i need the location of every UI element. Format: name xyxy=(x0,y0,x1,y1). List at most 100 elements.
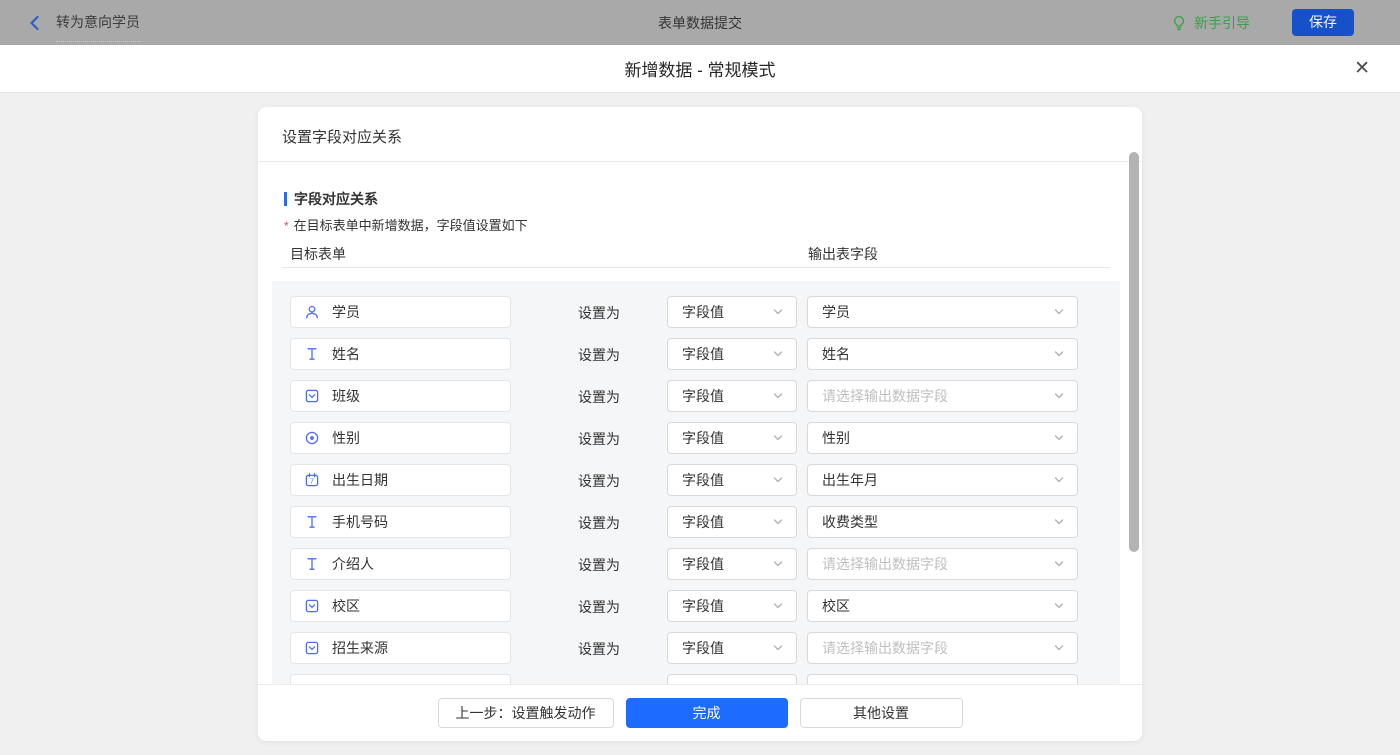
value-type-text: 字段值 xyxy=(682,472,724,488)
guide-label: 新手引导 xyxy=(1194,14,1250,31)
modal-header: 新增数据 - 常规模式 ✕ xyxy=(0,45,1400,93)
target-field-label: 校区 xyxy=(332,598,360,614)
modal-body: 设置字段对应关系 字段对应关系 * 在目标表单中新增数据，字段值设置如下 目标表单… xyxy=(0,93,1400,755)
target-field[interactable]: 校区 xyxy=(290,590,511,622)
target-field[interactable]: 介绍人 xyxy=(290,548,511,580)
date-field-icon: 7 xyxy=(304,472,320,488)
text-field-icon xyxy=(304,514,320,530)
field-mapping-row: 手机号码 设置为 字段值 收费类型 xyxy=(258,506,1142,538)
value-type-select[interactable]: 字段值 xyxy=(667,590,797,622)
field-mapping-row: 校区 设置为 字段值 校区 xyxy=(258,590,1142,622)
output-field-select[interactable]: 收费类型 xyxy=(807,506,1078,538)
set-as-label: 设置为 xyxy=(578,305,620,321)
output-field-text: 请选择输出数据字段 xyxy=(822,640,948,656)
beginner-guide-link[interactable]: 新手引导 xyxy=(1171,13,1250,33)
field-mapping-row: 7 出生日期 设置为 字段值 出生年月 xyxy=(258,464,1142,496)
value-type-select[interactable]: 字段值 xyxy=(667,380,797,412)
chevron-down-icon xyxy=(772,306,784,318)
other-settings-button[interactable]: 其他设置 xyxy=(799,698,963,728)
save-button[interactable]: 保存 xyxy=(1292,9,1354,36)
chevron-down-icon xyxy=(1053,348,1065,360)
output-field-select[interactable]: 请选择输出数据字段 xyxy=(807,632,1078,664)
value-type-select[interactable]: 字段值 xyxy=(667,506,797,538)
value-type-select[interactable]: 字段值 xyxy=(667,464,797,496)
target-field-label: 招生来源 xyxy=(332,640,388,656)
target-field[interactable]: 招生来源 xyxy=(290,632,511,664)
field-mapping-row: 姓名 设置为 字段值 姓名 xyxy=(258,338,1142,370)
output-field-text: 请选择输出数据字段 xyxy=(822,388,948,404)
set-as-label: 设置为 xyxy=(578,389,620,405)
value-type-select[interactable]: 字段值 xyxy=(667,296,797,328)
chevron-down-icon xyxy=(1053,600,1065,612)
output-field-select[interactable]: 姓名 xyxy=(807,338,1078,370)
back-label[interactable]: 转为意向学员 xyxy=(56,12,140,42)
chevron-down-icon xyxy=(772,348,784,360)
value-type-text: 字段值 xyxy=(682,514,724,530)
text-field-icon xyxy=(304,346,320,362)
chevron-down-icon xyxy=(772,642,784,654)
previous-step-button[interactable]: 上一步：设置触发动作 xyxy=(437,698,614,728)
value-type-text: 字段值 xyxy=(682,346,724,362)
value-type-text: 字段值 xyxy=(682,304,724,320)
target-field[interactable]: 性别 xyxy=(290,422,511,454)
finish-button[interactable]: 完成 xyxy=(625,698,788,728)
value-type-text: 字段值 xyxy=(682,640,724,656)
select-field-icon xyxy=(304,598,320,614)
back-button[interactable]: 转为意向学员 xyxy=(26,3,140,42)
chevron-down-icon xyxy=(1053,642,1065,654)
field-mapping-row: 介绍人 设置为 字段值 请选择输出数据字段 xyxy=(258,548,1142,580)
set-as-label: 设置为 xyxy=(578,473,620,489)
select-field-icon xyxy=(304,388,320,404)
output-field-text: 校区 xyxy=(822,598,850,614)
field-mapping-row: 班级 设置为 字段值 请选择输出数据字段 xyxy=(258,380,1142,412)
target-field[interactable]: 班级 xyxy=(290,380,511,412)
output-field-select[interactable]: 学员 xyxy=(807,296,1078,328)
output-field-text: 性别 xyxy=(822,430,850,446)
value-type-select[interactable]: 字段值 xyxy=(667,548,797,580)
field-mapping-card: 设置字段对应关系 字段对应关系 * 在目标表单中新增数据，字段值设置如下 目标表单… xyxy=(258,107,1142,741)
svg-text:7: 7 xyxy=(310,478,314,485)
output-field-select[interactable]: 校区 xyxy=(807,590,1078,622)
value-type-text: 字段值 xyxy=(682,430,724,446)
chevron-down-icon xyxy=(772,474,784,486)
vertical-scrollbar[interactable] xyxy=(1129,152,1139,552)
target-field[interactable]: 姓名 xyxy=(290,338,511,370)
field-mapping-row: 学员 设置为 字段值 学员 xyxy=(258,296,1142,328)
page-title: 表单数据提交 xyxy=(658,14,742,31)
target-field-label: 出生日期 xyxy=(332,472,388,488)
target-field[interactable]: 7 出生日期 xyxy=(290,464,511,496)
set-as-label: 设置为 xyxy=(578,347,620,363)
output-field-select[interactable]: 请选择输出数据字段 xyxy=(807,380,1078,412)
output-field-select[interactable]: 性别 xyxy=(807,422,1078,454)
value-type-text: 字段值 xyxy=(682,388,724,404)
value-type-select[interactable]: 字段值 xyxy=(667,422,797,454)
output-field-select[interactable]: 请选择输出数据字段 xyxy=(807,548,1078,580)
chevron-left-icon xyxy=(26,14,44,32)
target-field-label: 学员 xyxy=(332,304,360,320)
value-type-text: 字段值 xyxy=(682,598,724,614)
target-field[interactable]: 手机号码 xyxy=(290,506,511,538)
value-type-select[interactable]: 字段值 xyxy=(667,338,797,370)
output-field-text: 收费类型 xyxy=(822,514,878,530)
target-field-label: 性别 xyxy=(332,430,360,446)
chevron-down-icon xyxy=(772,558,784,570)
target-field[interactable]: 学员 xyxy=(290,296,511,328)
target-field-label: 姓名 xyxy=(332,346,360,362)
modal-title: 新增数据 - 常规模式 xyxy=(624,61,776,80)
close-icon[interactable]: ✕ xyxy=(1354,59,1370,79)
chevron-down-icon xyxy=(772,516,784,528)
set-as-label: 设置为 xyxy=(578,599,620,615)
chevron-down-icon xyxy=(772,432,784,444)
target-field-label: 班级 xyxy=(332,388,360,404)
radio-field-icon xyxy=(304,430,320,446)
field-mapping-row: 性别 设置为 字段值 性别 xyxy=(258,422,1142,454)
chevron-down-icon xyxy=(1053,390,1065,402)
text-field-icon xyxy=(304,556,320,572)
output-field-text: 学员 xyxy=(822,304,850,320)
member-field-icon xyxy=(304,304,320,320)
output-field-select[interactable]: 出生年月 xyxy=(807,464,1078,496)
rows-layer: 学员 设置为 字段值 学员 姓名 设置为 字段值 姓名 班级 设置为 字段值 请… xyxy=(258,107,1142,741)
chevron-down-icon xyxy=(1053,432,1065,444)
value-type-select[interactable]: 字段值 xyxy=(667,632,797,664)
output-field-text: 姓名 xyxy=(822,346,850,362)
